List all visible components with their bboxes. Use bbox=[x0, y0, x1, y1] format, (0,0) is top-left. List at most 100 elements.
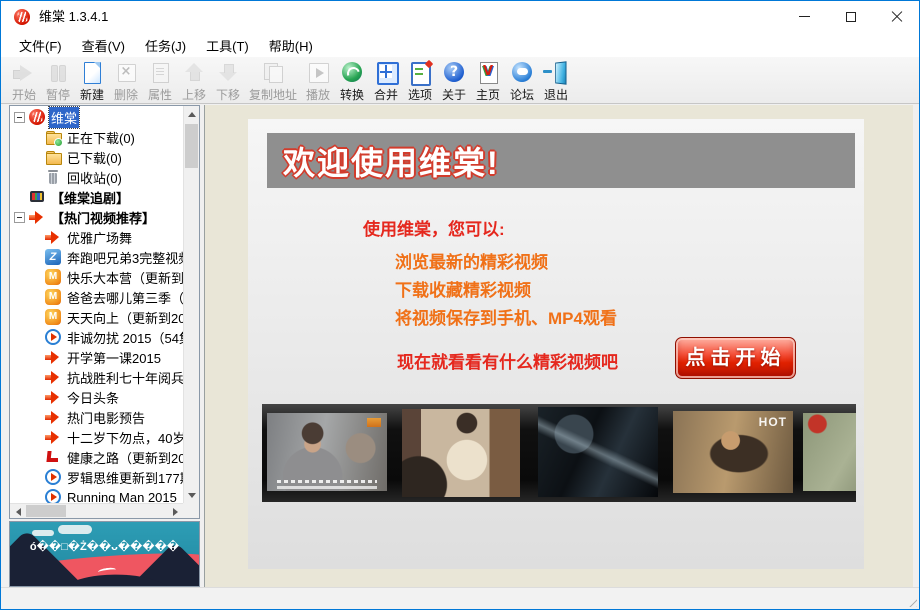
maximize-icon bbox=[846, 12, 856, 22]
red-arrow-icon bbox=[45, 369, 61, 385]
video-thumbnail[interactable] bbox=[402, 409, 520, 497]
tree-item[interactable]: 天天向上（更新到201 bbox=[10, 307, 183, 327]
app-logo-icon bbox=[14, 9, 30, 25]
play-circle-icon bbox=[45, 489, 61, 503]
convert-icon bbox=[339, 60, 365, 85]
collapse-icon[interactable] bbox=[14, 112, 25, 123]
scroll-down-button[interactable] bbox=[184, 487, 200, 503]
options-icon bbox=[407, 60, 433, 85]
toolbar-convert[interactable]: 转换 bbox=[335, 59, 369, 104]
scroll-left-button[interactable] bbox=[10, 504, 26, 519]
red-arrow-icon bbox=[45, 349, 61, 365]
tree-item-recycle-bin[interactable]: 回收站(0) bbox=[10, 167, 183, 187]
scrollbar-thumb[interactable] bbox=[185, 124, 198, 168]
zhejiang-tv-icon bbox=[45, 249, 61, 265]
toolbar-homepage[interactable]: 主页 bbox=[471, 59, 505, 104]
toolbar-move-down[interactable]: 下移 bbox=[211, 59, 245, 104]
tree-vertical-scrollbar[interactable] bbox=[183, 106, 199, 503]
video-thumbnail[interactable] bbox=[267, 413, 387, 491]
red-arrow-icon bbox=[45, 229, 61, 245]
window-title: 维棠 1.3.4.1 bbox=[39, 1, 108, 33]
tv-icon bbox=[29, 189, 45, 205]
trash-icon bbox=[45, 169, 61, 185]
pause-icon bbox=[45, 60, 71, 85]
download-badge-icon bbox=[54, 138, 63, 147]
video-thumbnail[interactable]: HOT bbox=[673, 411, 793, 493]
tree-item[interactable]: 热门电影预告 bbox=[10, 407, 183, 427]
menu-tools[interactable]: 工具(T) bbox=[196, 34, 259, 57]
menu-bar: 文件(F) 查看(V) 任务(J) 工具(T) 帮助(H) bbox=[1, 33, 919, 57]
tree-item-downloading[interactable]: 正在下载(0) bbox=[10, 127, 183, 147]
main-content-panel: 欢迎使用维棠! 使用维棠，您可以: 浏览最新的精彩视频 下载收藏精彩视频 将视频… bbox=[204, 105, 913, 587]
tree-item-vidown-root[interactable]: 维棠 bbox=[10, 107, 183, 127]
toolbar-start[interactable]: 开始 bbox=[7, 59, 41, 104]
tree-item[interactable]: 奔跑吧兄弟3完整视频 bbox=[10, 247, 183, 267]
tree-item-downloaded[interactable]: 已下载(0) bbox=[10, 147, 183, 167]
vidown-logo-icon bbox=[29, 109, 45, 125]
menu-help[interactable]: 帮助(H) bbox=[259, 34, 323, 57]
status-bar bbox=[1, 587, 919, 609]
tree-item[interactable]: 非诚勿扰 2015（54集 bbox=[10, 327, 183, 347]
scroll-right-button[interactable] bbox=[167, 504, 183, 519]
close-button[interactable] bbox=[874, 1, 919, 32]
scrollbar-thumb[interactable] bbox=[26, 505, 66, 517]
menu-task[interactable]: 任务(J) bbox=[135, 34, 196, 57]
resize-grip-icon[interactable] bbox=[904, 594, 917, 607]
toolbar-pause[interactable]: 暂停 bbox=[41, 59, 75, 104]
tree-item[interactable]: 快乐大本营（更新到2 bbox=[10, 267, 183, 287]
tree-horizontal-scrollbar[interactable] bbox=[10, 503, 183, 518]
start-now-button[interactable]: 点击开始 bbox=[675, 337, 796, 379]
feature-list: 浏览最新的精彩视频 下载收藏精彩视频 将视频保存到手机、MP4观看 bbox=[395, 251, 617, 335]
video-thumbnail[interactable] bbox=[803, 413, 856, 491]
tree-item[interactable]: 罗辑思维更新到177期 bbox=[10, 467, 183, 487]
maximize-button[interactable] bbox=[828, 1, 873, 32]
play-icon bbox=[305, 60, 331, 85]
menu-view[interactable]: 查看(V) bbox=[72, 34, 135, 57]
toolbar-options[interactable]: 选项 bbox=[403, 59, 437, 104]
toolbar-forum[interactable]: 论坛 bbox=[505, 59, 539, 104]
toolbar: 开始 暂停 新建 删除 属性 上移 下移 复制地址 播放 转换 合并 选项 关于… bbox=[1, 57, 919, 104]
toolbar-copy-url[interactable]: 复制地址 bbox=[245, 59, 301, 104]
arrow-down-icon bbox=[188, 493, 196, 498]
mango-tv-icon bbox=[45, 289, 61, 305]
arrow-up-icon bbox=[188, 112, 196, 117]
tree-item[interactable]: 爸爸去哪儿第三季（更 bbox=[10, 287, 183, 307]
toolbar-merge[interactable]: 合并 bbox=[369, 59, 403, 104]
move-down-icon bbox=[215, 60, 241, 85]
move-up-icon bbox=[181, 60, 207, 85]
toolbar-play[interactable]: 播放 bbox=[301, 59, 335, 104]
video-thumbnail[interactable] bbox=[538, 407, 658, 497]
start-icon bbox=[11, 60, 37, 85]
feature-item: 下载收藏精彩视频 bbox=[395, 279, 617, 307]
minimize-button[interactable] bbox=[782, 1, 827, 32]
collapse-icon[interactable] bbox=[14, 212, 25, 223]
toolbar-new-task[interactable]: 新建 bbox=[75, 59, 109, 104]
properties-icon bbox=[147, 60, 173, 85]
toolbar-properties[interactable]: 属性 bbox=[143, 59, 177, 104]
thumbnail-watermark: HOT bbox=[759, 415, 787, 429]
tree-item[interactable]: 优雅广场舞 bbox=[10, 227, 183, 247]
tree-item[interactable]: 健康之路（更新到201 bbox=[10, 447, 183, 467]
toolbar-move-up[interactable]: 上移 bbox=[177, 59, 211, 104]
tree-item[interactable]: 抗战胜利七十年阅兵 bbox=[10, 367, 183, 387]
tree-item-hot-videos[interactable]: 【热门视频推荐】 bbox=[10, 207, 183, 227]
tree-item-drama[interactable]: 【维棠追剧】 bbox=[10, 187, 183, 207]
tree-item[interactable]: 开学第一课2015 bbox=[10, 347, 183, 367]
tree-item[interactable]: 今日头条 bbox=[10, 387, 183, 407]
tree-item[interactable]: 十二岁下勿点，40岁 bbox=[10, 427, 183, 447]
copy-url-icon bbox=[260, 60, 286, 85]
play-circle-icon bbox=[45, 469, 61, 485]
toolbar-about[interactable]: 关于 bbox=[437, 59, 471, 104]
folder-icon bbox=[45, 149, 61, 165]
video-thumbnail-strip: HOT bbox=[262, 404, 856, 502]
category-tree: 维棠 正在下载(0) 已下载(0) 回收站(0) 【维棠追剧】 【热门视频推荐】… bbox=[10, 106, 183, 503]
promo-banner[interactable]: ó��□�Ż��ᴗ����� bbox=[9, 521, 200, 587]
toolbar-exit[interactable]: 退出 bbox=[539, 59, 573, 104]
toolbar-delete[interactable]: 删除 bbox=[109, 59, 143, 104]
menu-file[interactable]: 文件(F) bbox=[9, 34, 72, 57]
tree-item[interactable]: Running Man 2015 bbox=[10, 487, 183, 503]
cctv-icon bbox=[45, 449, 61, 465]
scroll-up-button[interactable] bbox=[184, 106, 200, 122]
mango-tv-icon bbox=[45, 309, 61, 325]
forum-icon bbox=[509, 60, 535, 85]
